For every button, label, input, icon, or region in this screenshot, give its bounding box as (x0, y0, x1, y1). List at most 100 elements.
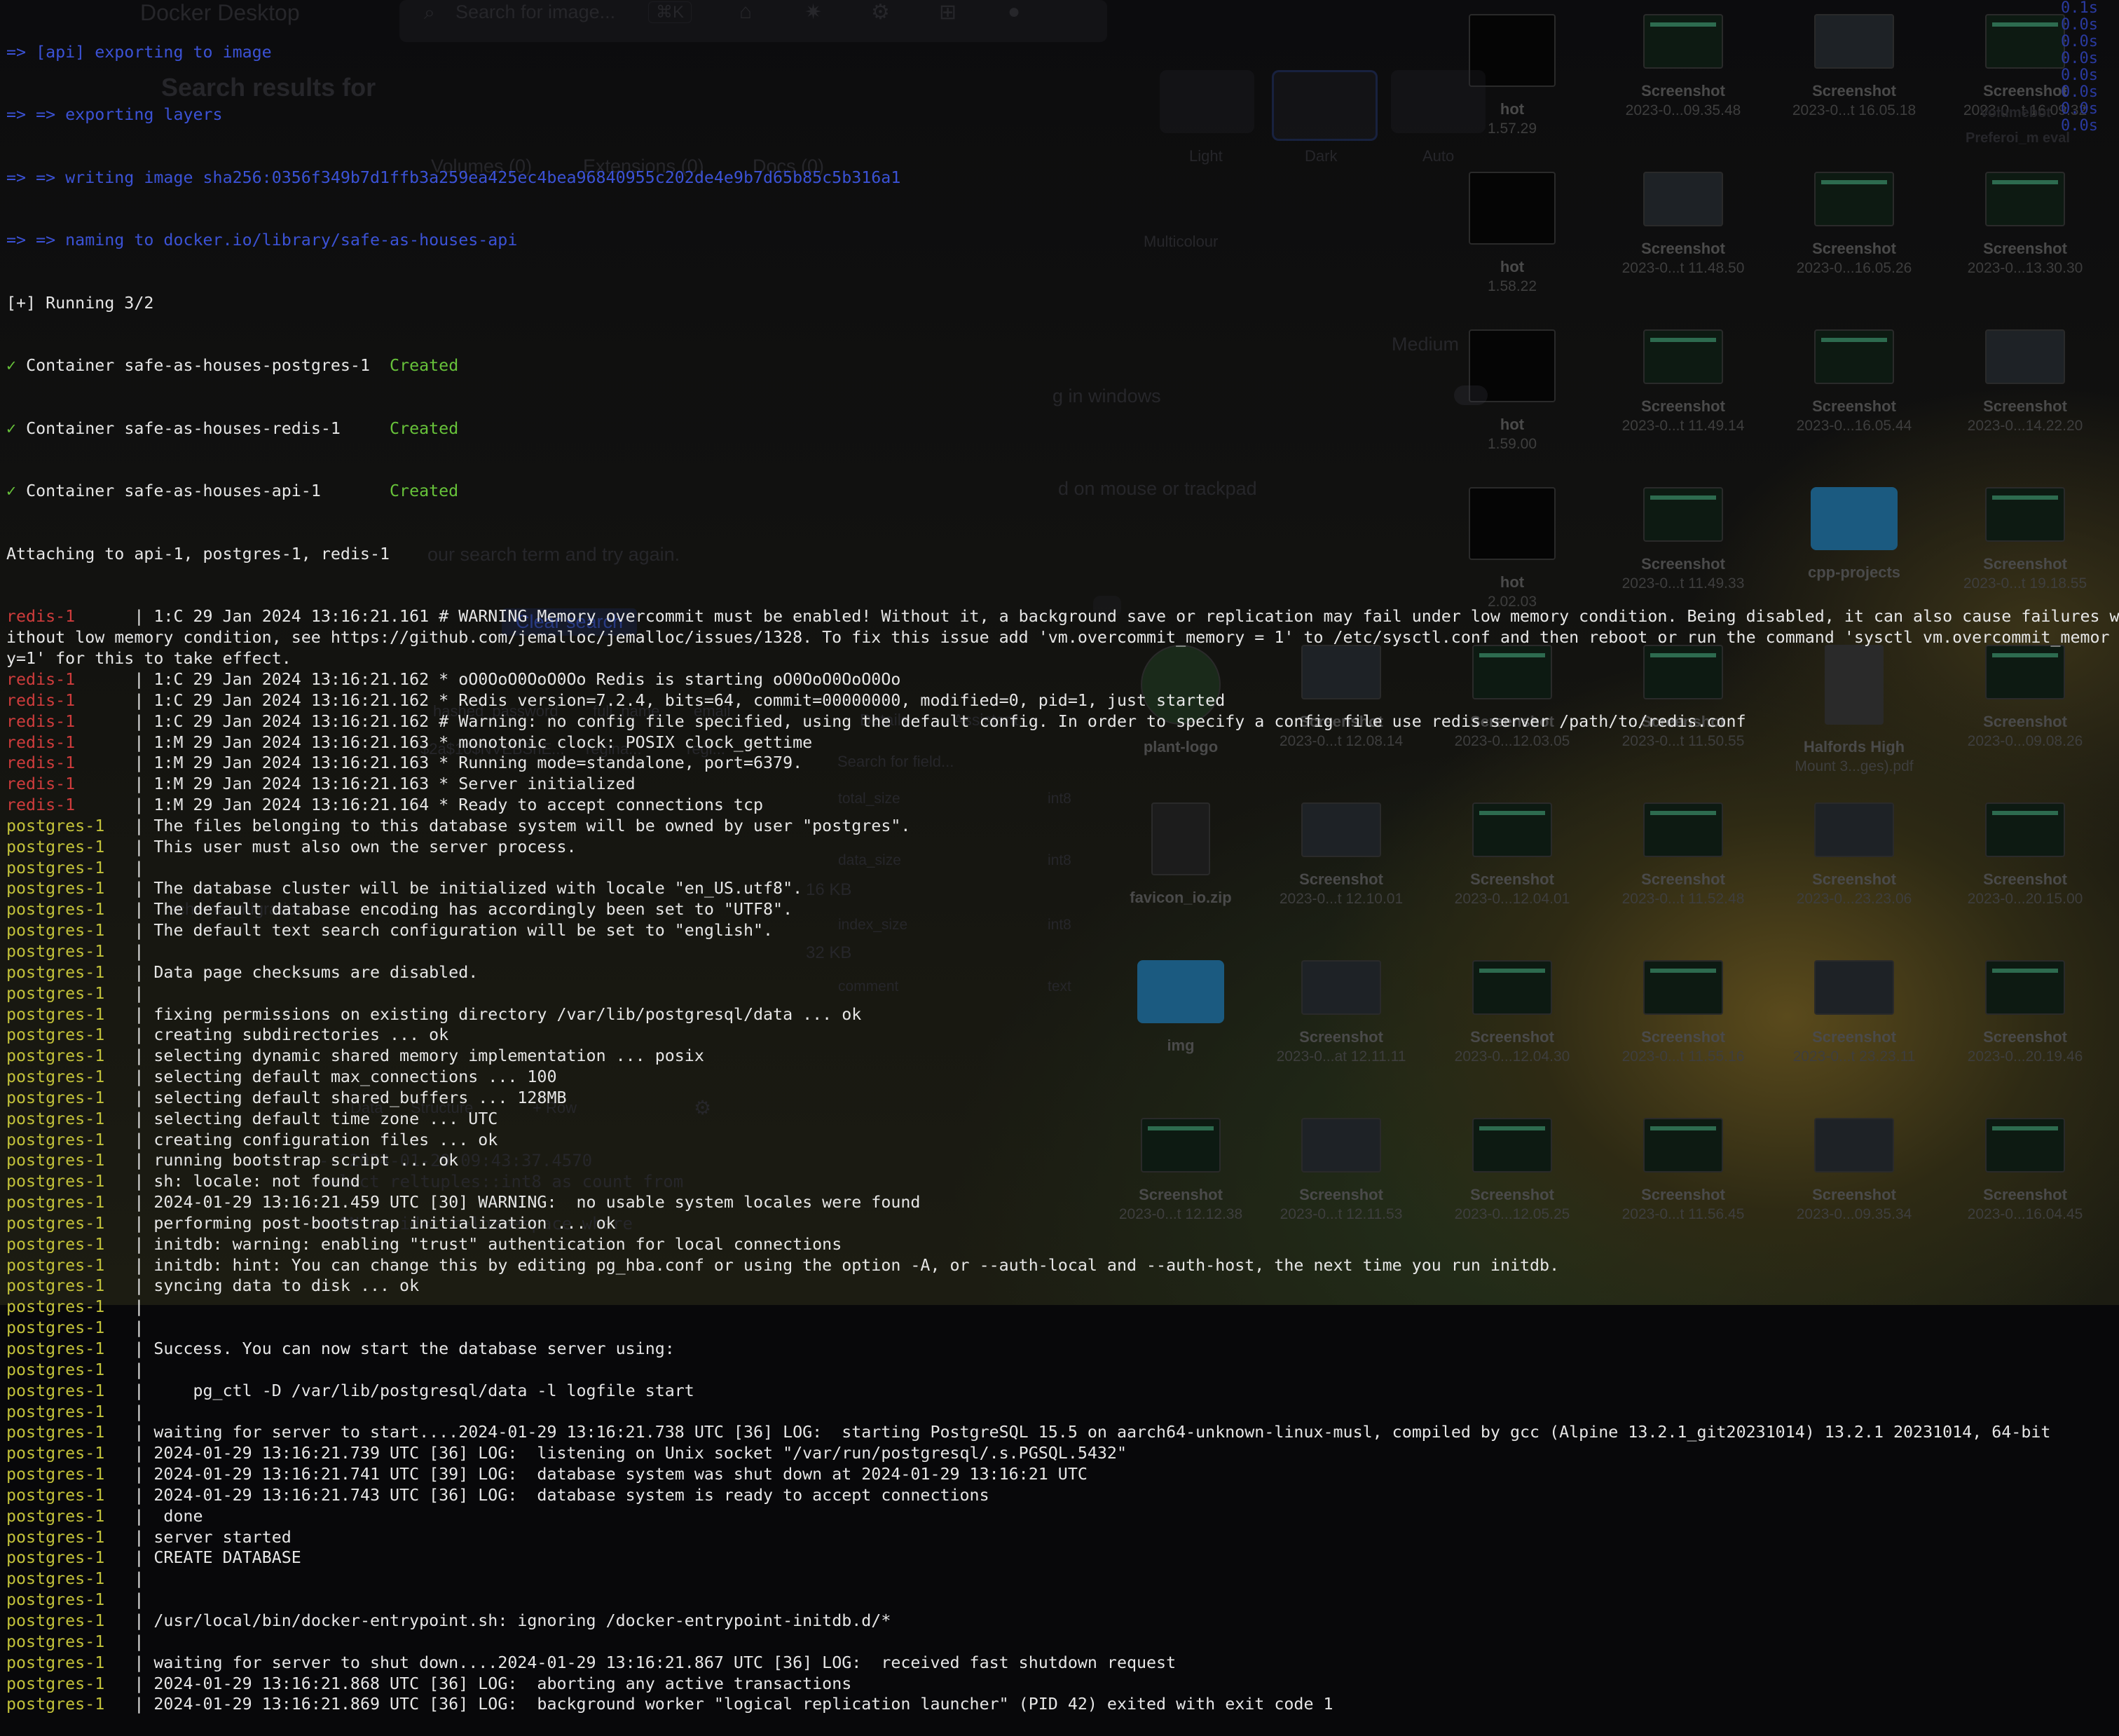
build-log-line: => [api] exporting to image (6, 42, 272, 62)
log-separator: | (104, 1485, 154, 1505)
log-message: /usr/local/bin/docker-entrypoint.sh: ign… (153, 1611, 891, 1630)
service-name: postgres-1 (6, 1172, 105, 1191)
log-message: selecting default time zone ... UTC (153, 1109, 498, 1128)
service-name: postgres-1 (6, 1506, 105, 1526)
log-separator: | (104, 1360, 154, 1379)
service-name: redis-1 (6, 607, 76, 627)
log-line: postgres-1 | The default text search con… (0, 920, 2119, 941)
log-message: 2024-01-29 13:16:21.743 UTC [36] LOG: da… (153, 1485, 989, 1505)
log-message: ithout low memory condition, see https:/… (6, 628, 2110, 648)
service-name: redis-1 (6, 711, 76, 731)
log-line: postgres-1 | initdb: warning: enabling "… (0, 1234, 2119, 1255)
service-name: postgres-1 (6, 879, 105, 898)
log-separator: | (104, 941, 154, 961)
log-message: 2024-01-29 13:16:21.869 UTC [36] LOG: ba… (153, 1695, 1333, 1714)
service-name: postgres-1 (6, 1088, 105, 1107)
log-separator: | (75, 711, 154, 731)
log-line: redis-1 | 1:M 29 Jan 2024 13:16:21.163 *… (0, 774, 2119, 795)
service-name: postgres-1 (6, 900, 105, 920)
service-name: postgres-1 (6, 1423, 105, 1442)
service-name: postgres-1 (6, 1695, 105, 1714)
log-separator: | (75, 690, 154, 710)
log-separator: | (75, 732, 154, 752)
log-separator: | (104, 1255, 154, 1275)
service-name: postgres-1 (6, 1465, 105, 1484)
log-message: selecting dynamic shared memory implemen… (153, 1046, 704, 1066)
log-line: postgres-1 | The default database encodi… (0, 899, 2119, 920)
service-name: postgres-1 (6, 1485, 105, 1505)
log-line: postgres-1 | This user must also own the… (0, 837, 2119, 858)
log-separator: | (104, 1569, 154, 1589)
log-separator: | (104, 983, 154, 1003)
log-separator: | (104, 858, 154, 877)
log-line: postgres-1 | 2024-01-29 13:16:21.869 UTC… (0, 1694, 2119, 1715)
log-message: 1:M 29 Jan 2024 13:16:21.163 * monotonic… (153, 732, 813, 752)
log-line: postgres-1 | syncing data to disk ... ok (0, 1276, 2119, 1297)
log-message: server started (153, 1527, 292, 1547)
log-separator: | (104, 1611, 154, 1630)
log-line: postgres-1 | (0, 1318, 2119, 1339)
log-message: 2024-01-29 13:16:21.741 UTC [39] LOG: da… (153, 1465, 1088, 1484)
log-line: postgres-1 | performing post-bootstrap i… (0, 1213, 2119, 1234)
log-message: 1:C 29 Jan 2024 13:16:21.161 # WARNING M… (153, 607, 2119, 627)
service-name: postgres-1 (6, 1402, 105, 1421)
container-status-line: ✓ Container safe-as-houses-api-1 Created (0, 481, 2119, 502)
log-separator: | (104, 1674, 154, 1693)
log-line: postgres-1 | running bootstrap script ..… (0, 1150, 2119, 1171)
service-name: postgres-1 (6, 837, 105, 856)
log-line: redis-1 | 1:C 29 Jan 2024 13:16:21.162 *… (0, 690, 2119, 711)
log-line: postgres-1 | (0, 1402, 2119, 1423)
log-separator: | (104, 1151, 154, 1170)
log-separator: | (104, 1339, 154, 1358)
log-separator: | (104, 1402, 154, 1421)
log-line: postgres-1 | The database cluster will b… (0, 878, 2119, 899)
log-separator: | (104, 1088, 154, 1107)
service-name: postgres-1 (6, 1527, 105, 1547)
service-name: postgres-1 (6, 962, 105, 982)
log-line: postgres-1 | 2024-01-29 13:16:21.739 UTC… (0, 1443, 2119, 1464)
log-line: redis-1 | 1:M 29 Jan 2024 13:16:21.164 *… (0, 795, 2119, 816)
log-line: postgres-1 | Success. You can now start … (0, 1339, 2119, 1360)
log-line: postgres-1 | (0, 941, 2119, 962)
running-status-line: [+] Running 3/2 (6, 293, 154, 313)
container-status-line: ✓ Container safe-as-houses-postgres-1 Cr… (0, 355, 2119, 376)
service-name: postgres-1 (6, 921, 105, 941)
service-name: postgres-1 (6, 1674, 105, 1693)
log-separator: | (104, 816, 154, 835)
log-line: postgres-1 | (0, 983, 2119, 1004)
log-separator: | (104, 1130, 154, 1149)
log-line: postgres-1 | 2024-01-29 13:16:21.743 UTC… (0, 1485, 2119, 1506)
service-name: postgres-1 (6, 1046, 105, 1066)
log-line: redis-1 | 1:C 29 Jan 2024 13:16:21.162 #… (0, 711, 2119, 732)
check-icon: ✓ (6, 356, 17, 376)
log-separator: | (104, 1109, 154, 1128)
log-message: initdb: hint: You can change this by edi… (153, 1255, 1560, 1275)
log-line: postgres-1 | CREATE DATABASE (0, 1547, 2119, 1568)
service-name: postgres-1 (6, 1004, 105, 1024)
log-line: postgres-1 | (0, 858, 2119, 879)
terminal-output[interactable]: => [api] exporting to image => => export… (0, 0, 2119, 1714)
log-separator: | (104, 1318, 154, 1338)
log-line: redis-1 | 1:M 29 Jan 2024 13:16:21.163 *… (0, 753, 2119, 774)
log-message: The default text search configuration wi… (153, 921, 774, 941)
service-name: postgres-1 (6, 1213, 105, 1233)
log-message: 1:C 29 Jan 2024 13:16:21.162 # Warning: … (153, 711, 1746, 731)
log-line: postgres-1 | /usr/local/bin/docker-entry… (0, 1611, 2119, 1632)
log-message: The database cluster will be initialized… (153, 879, 803, 898)
log-line: postgres-1 | selecting default max_conne… (0, 1067, 2119, 1088)
log-line: redis-1 | 1:C 29 Jan 2024 13:16:21.161 #… (0, 606, 2119, 627)
container-name: Container safe-as-houses-api-1 (26, 481, 321, 501)
log-separator: | (104, 962, 154, 982)
service-name: postgres-1 (6, 1297, 105, 1317)
log-message: waiting for server to start....2024-01-2… (153, 1423, 2051, 1442)
log-separator: | (75, 774, 154, 794)
log-line: postgres-1 | waiting for server to shut … (0, 1653, 2119, 1674)
service-name: postgres-1 (6, 1109, 105, 1128)
log-separator: | (104, 921, 154, 941)
log-message: selecting default max_connections ... 10… (153, 1067, 557, 1087)
log-line: postgres-1 | sh: locale: not found (0, 1171, 2119, 1192)
log-message: 1:M 29 Jan 2024 13:16:21.163 * Server in… (153, 774, 636, 794)
log-separator: | (104, 1632, 154, 1651)
log-line: postgres-1 | waiting for server to start… (0, 1422, 2119, 1443)
log-message: Success. You can now start the database … (153, 1339, 675, 1358)
